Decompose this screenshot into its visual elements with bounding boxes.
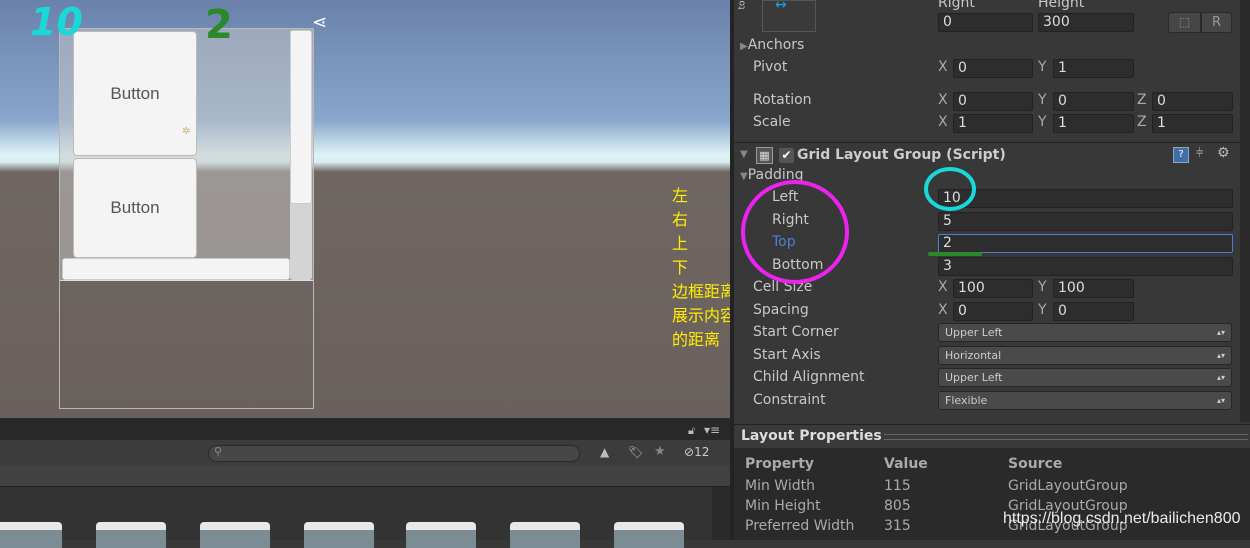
- cyan-circle: [924, 167, 976, 211]
- magenta-circle: [741, 180, 849, 284]
- annotation-overlay: [741, 167, 982, 284]
